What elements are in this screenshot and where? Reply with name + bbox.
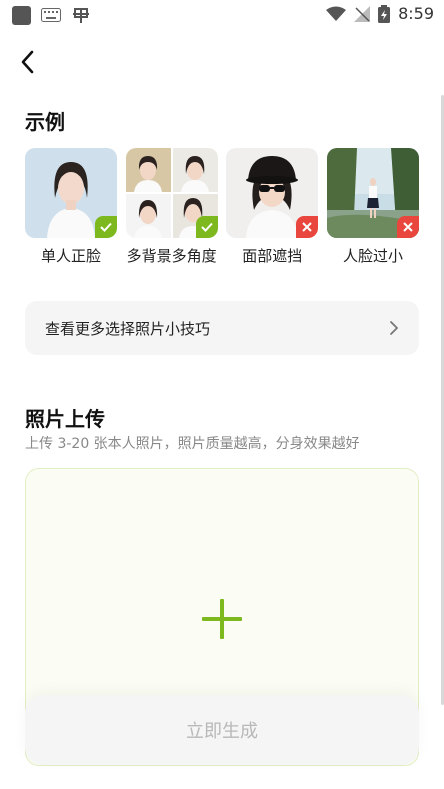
- example-photo-face-covered: [226, 148, 319, 238]
- example-item-single-face[interactable]: 单人正脸: [25, 148, 117, 266]
- upload-subtitle: 上传 3-20 张本人照片，照片质量越高，分身效果越好: [25, 436, 360, 452]
- generate-now-button[interactable]: 立即生成: [25, 695, 419, 765]
- example-caption: 单人正脸: [40, 247, 101, 265]
- example-item-face-covered[interactable]: 面部遮挡: [226, 148, 319, 266]
- example-photo-single-face: [25, 148, 117, 238]
- example-caption: 多背景多角度: [126, 247, 217, 265]
- add-photo-icon: [202, 599, 242, 639]
- example-item-multi-angle[interactable]: 多背景多角度: [125, 148, 218, 266]
- example-item-face-too-small[interactable]: 人脸过小: [326, 148, 419, 266]
- example-caption: 面部遮挡: [242, 247, 303, 265]
- photo-tips-link[interactable]: 查看更多选择照片小技巧: [25, 301, 419, 355]
- status-bar: 8:59: [0, 0, 444, 32]
- examples-title: 示例: [25, 110, 65, 134]
- battery-charging-icon: [378, 4, 391, 23]
- chevron-right-icon: [390, 321, 398, 335]
- valid-badge-icon: [95, 216, 117, 238]
- status-time: 8:59: [398, 4, 434, 23]
- upload-title: 照片上传: [25, 407, 105, 431]
- invalid-badge-icon: [396, 216, 419, 238]
- examples-list: 单人正脸 多背景多角度 面部遮挡 人脸过小: [25, 148, 419, 266]
- tips-label: 查看更多选择照片小技巧: [45, 319, 211, 338]
- keyboard-icon: [41, 8, 61, 22]
- app-notification-icon: [12, 5, 31, 25]
- valid-badge-icon: [195, 216, 218, 238]
- invalid-badge-icon: [296, 216, 319, 238]
- example-photo-multi-angle: [125, 148, 218, 238]
- chevron-left-icon: [21, 50, 34, 74]
- example-caption: 人脸过小: [342, 247, 403, 265]
- debug-bug-icon: [73, 8, 89, 23]
- back-button[interactable]: [14, 48, 42, 76]
- example-photo-face-too-small: [326, 148, 419, 238]
- no-signal-icon: [354, 5, 371, 22]
- wifi-icon: [326, 6, 347, 21]
